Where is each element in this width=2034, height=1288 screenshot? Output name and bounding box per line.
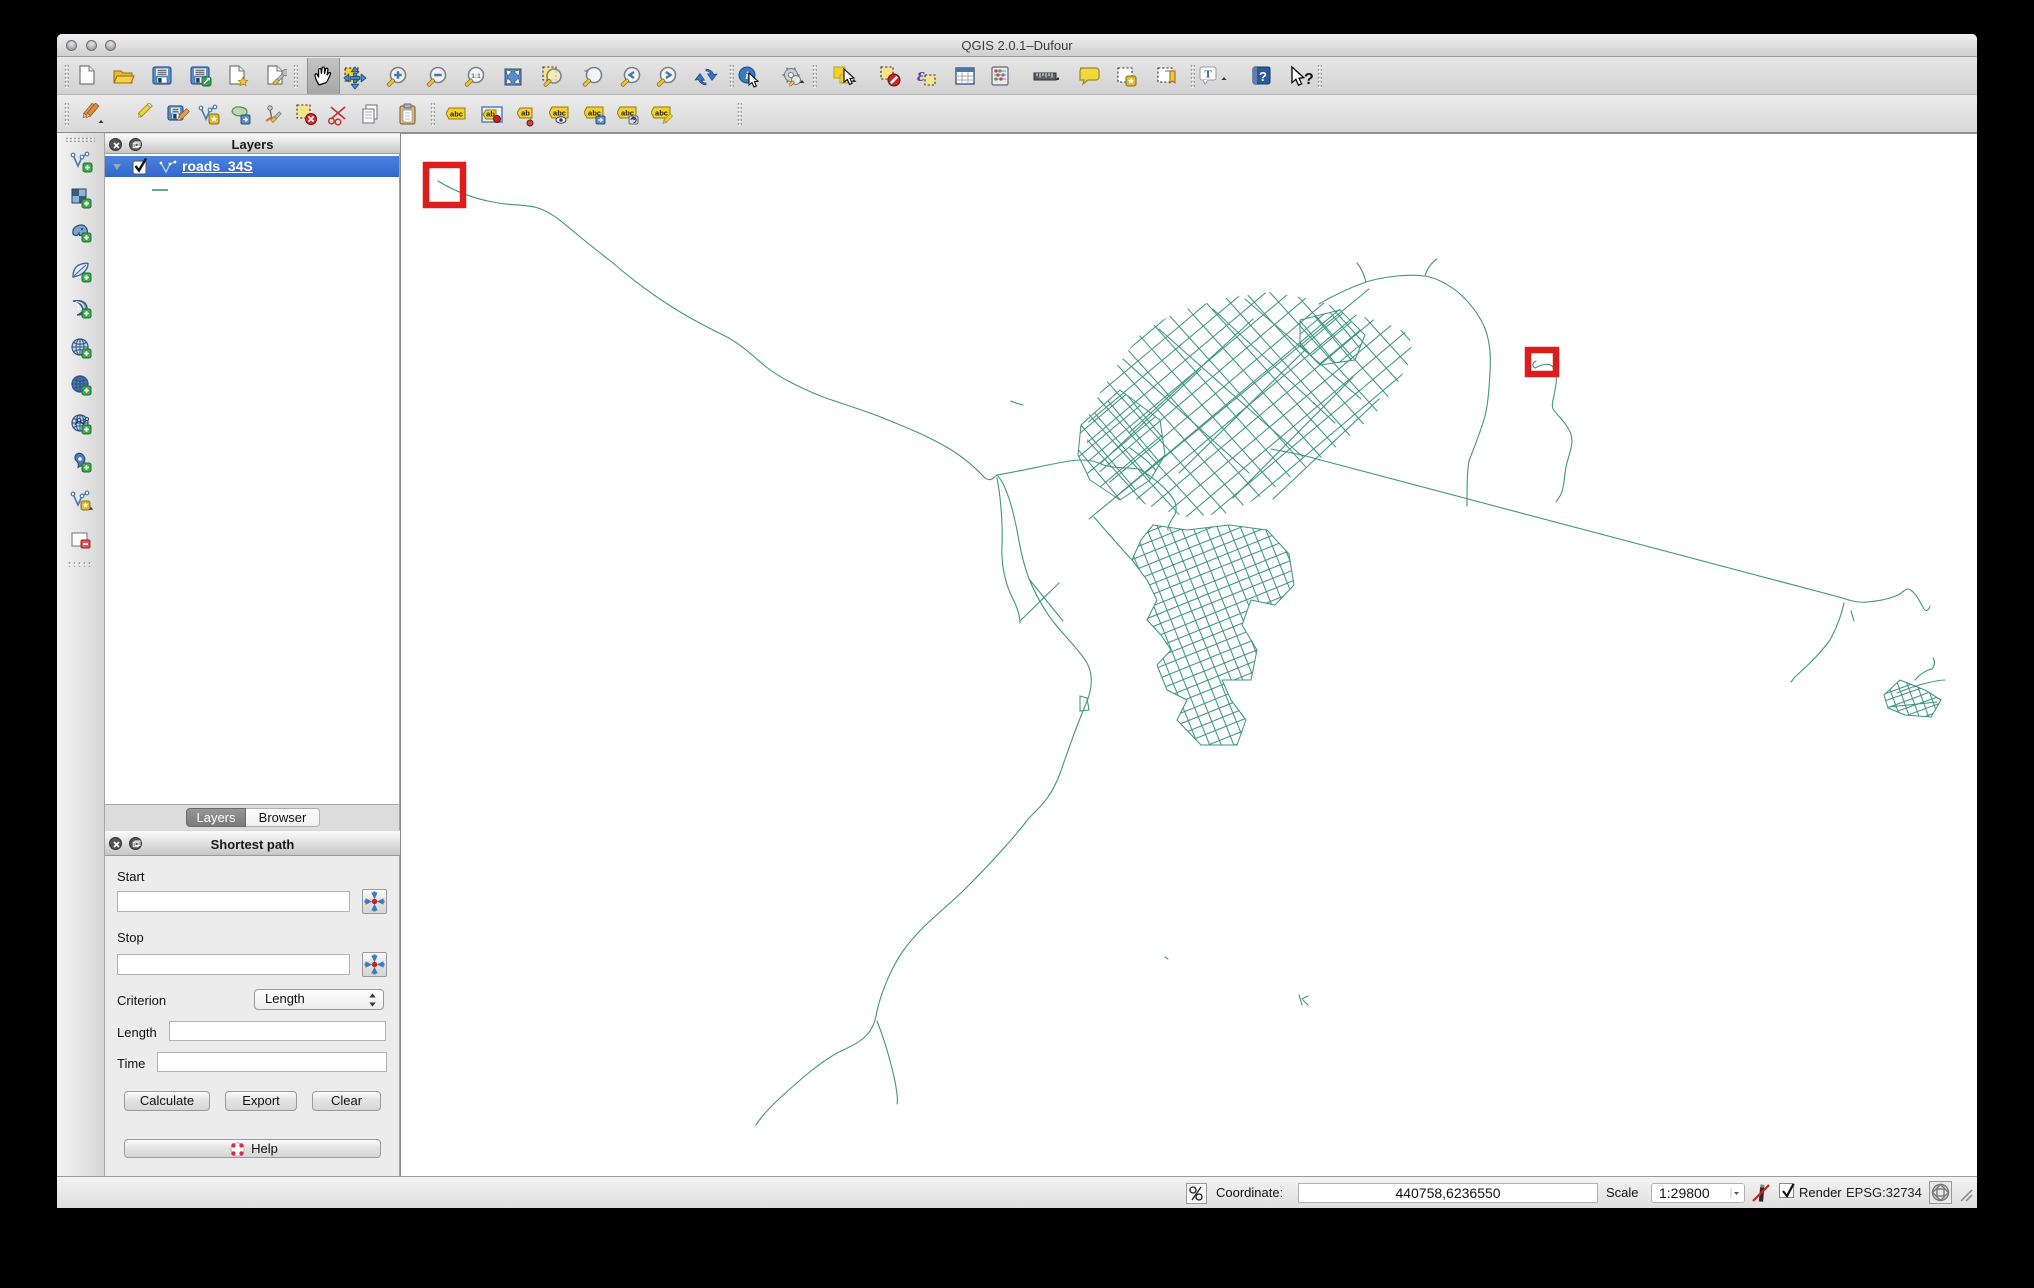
svg-text:abc: abc	[450, 109, 463, 118]
svg-text:ab: ab	[521, 108, 530, 117]
svg-text:abc: abc	[655, 108, 668, 117]
svg-text:?: ?	[1304, 71, 1314, 88]
svg-text:T: T	[1204, 69, 1212, 81]
svg-text:?: ?	[1259, 69, 1267, 84]
svg-text:1:1: 1:1	[471, 73, 481, 80]
svg-text:abc: abc	[553, 108, 566, 117]
svg-text:ε: ε	[917, 65, 925, 86]
